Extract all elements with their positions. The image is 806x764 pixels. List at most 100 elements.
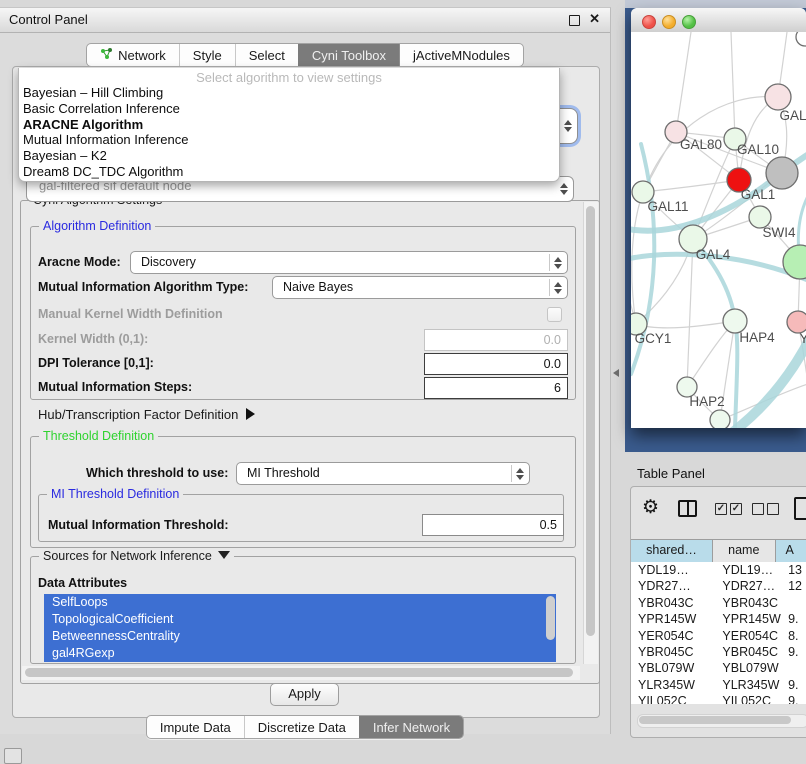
- table-toolbar: ⚙ ✓ ✓: [631, 497, 806, 523]
- dropdown-item-aracne-algorithm[interactable]: ARACNE Algorithm: [19, 117, 559, 133]
- minimize-window-icon[interactable]: [662, 15, 676, 29]
- table-row[interactable]: YBR043CYBR043C: [631, 595, 806, 611]
- table-column-header-a[interactable]: A: [776, 540, 806, 562]
- tab-label: Select: [249, 48, 285, 63]
- network-canvas[interactable]: GALGAL80GAL10GAL1GAL11SWI4GAL4GCY1HAP4YH…: [631, 32, 806, 428]
- dpi-tolerance-field[interactable]: 0.0: [424, 353, 568, 375]
- table-row[interactable]: YER054CYER054C8.: [631, 628, 806, 644]
- tab-label: jActiveMNodules: [413, 48, 510, 63]
- table-row[interactable]: YBR045CYBR045C9.: [631, 644, 806, 660]
- combo-stepper-icon: [560, 183, 568, 195]
- zoom-window-icon[interactable]: [682, 15, 696, 29]
- dropdown-item-dream8-dc-tdc-algorithm[interactable]: Dream8 DC_TDC Algorithm: [19, 164, 559, 180]
- mi-type-combobox[interactable]: Naive Bayes: [272, 276, 568, 299]
- hub-section-toggle[interactable]: Hub/Transcription Factor Definition: [38, 407, 255, 422]
- table-row[interactable]: YDL19…YDL19…13: [631, 562, 806, 578]
- tab-select[interactable]: Select: [235, 44, 298, 66]
- select-all-checkbox-icon-2[interactable]: ✓: [730, 503, 742, 515]
- algorithm-dropdown-popup: Select algorithm to view settings Bayesi…: [18, 68, 560, 182]
- network-node-label: SWI4: [762, 225, 795, 240]
- network-edge: [687, 239, 693, 387]
- table-cell: YBL079W: [631, 660, 715, 676]
- tab-label: Style: [193, 48, 222, 63]
- kernel-width-value: 0.0: [544, 333, 561, 347]
- dropdown-item-mutual-information-inference[interactable]: Mutual Information Inference: [19, 132, 559, 148]
- dropdown-item-bayesian-hill-climbing[interactable]: Bayesian – Hill Climbing: [19, 85, 559, 101]
- apply-button[interactable]: Apply: [270, 683, 339, 706]
- deselect-all-checkbox-icon[interactable]: [752, 503, 764, 515]
- network-node[interactable]: [710, 410, 730, 428]
- data-attributes-list[interactable]: SelfLoopsTopologicalCoefficientBetweenne…: [44, 594, 556, 662]
- table-column-header-shared[interactable]: shared…: [631, 540, 713, 562]
- settings-vertical-scrollbar[interactable]: [583, 202, 598, 664]
- attribute-item-betweennesscentrality[interactable]: BetweennessCentrality: [44, 628, 556, 645]
- control-panel-titlebar: Control Panel ✕: [0, 8, 610, 33]
- which-threshold-combobox[interactable]: MI Threshold: [236, 462, 530, 485]
- network-icon: [100, 47, 113, 63]
- collapsed-triangle-icon: [246, 408, 255, 420]
- float-panel-icon[interactable]: [569, 15, 580, 26]
- table-row[interactable]: YPR145WYPR145W9.: [631, 611, 806, 627]
- bottom-tab-impute-data[interactable]: Impute Data: [147, 716, 244, 738]
- table-horizontal-scrollbar[interactable]: [637, 714, 806, 728]
- network-node[interactable]: [796, 32, 806, 46]
- algorithm-definition-title: Algorithm Definition: [39, 219, 155, 233]
- network-node-y[interactable]: [787, 311, 806, 333]
- table-panel-title: Table Panel: [637, 466, 705, 481]
- manual-kernel-checkbox[interactable]: [547, 307, 562, 322]
- table-cell: YDR27…: [715, 578, 781, 594]
- network-node-gal[interactable]: [765, 84, 791, 110]
- bottom-tab-infer-network[interactable]: Infer Network: [359, 716, 463, 738]
- mi-type-label: Mutual Information Algorithm Type:: [38, 280, 248, 294]
- sources-group-title[interactable]: Sources for Network Inference: [39, 549, 234, 563]
- settings-gear-icon[interactable]: ⚙: [642, 496, 659, 519]
- network-window-titlebar[interactable]: [631, 8, 806, 33]
- attribute-item-selfloops[interactable]: SelfLoops: [44, 594, 556, 611]
- tab-jactivemnodules[interactable]: jActiveMNodules: [399, 44, 523, 66]
- list-scrollbar[interactable]: [546, 596, 555, 640]
- network-edge: [731, 32, 735, 139]
- bottom-tab-discretize-data[interactable]: Discretize Data: [244, 716, 359, 738]
- table-cell: YDR27…: [631, 578, 715, 594]
- table-body: YDL19…YDL19…13YDR27…YDR27…12YBR043CYBR04…: [631, 562, 806, 704]
- column-layout-icon[interactable]: [678, 500, 697, 517]
- network-view-window[interactable]: GALGAL80GAL10GAL1GAL11SWI4GAL4GCY1HAP4YH…: [631, 8, 806, 428]
- table-cell: YDL19…: [715, 562, 781, 578]
- attribute-item-topologicalcoefficient[interactable]: TopologicalCoefficient: [44, 611, 556, 628]
- tab-network[interactable]: Network: [87, 44, 179, 66]
- attribute-item-gal4rgexp[interactable]: gal4RGexp: [44, 645, 556, 662]
- tab-cyni-toolbox[interactable]: Cyni Toolbox: [298, 44, 399, 66]
- splitpane-collapse-arrow[interactable]: [613, 369, 619, 377]
- aracne-mode-combobox[interactable]: Discovery: [130, 251, 568, 274]
- mi-threshold-value: 0.5: [540, 518, 557, 532]
- close-panel-icon[interactable]: ✕: [589, 11, 600, 27]
- algorithm-dropdown-placeholder: Select algorithm to view settings: [19, 68, 559, 85]
- table-cell: YIL052C: [631, 693, 715, 704]
- mi-steps-value: 6: [554, 381, 561, 395]
- mi-steps-label: Mutual Information Steps:: [38, 380, 192, 394]
- export-table-icon[interactable]: [794, 497, 806, 520]
- tab-style[interactable]: Style: [179, 44, 235, 66]
- mi-steps-field[interactable]: 6: [424, 377, 568, 399]
- table-row[interactable]: YLR345WYLR345W9.: [631, 677, 806, 693]
- mi-threshold-field[interactable]: 0.5: [422, 514, 564, 536]
- combo-stepper-icon: [564, 120, 572, 132]
- table-cell: YBL079W: [715, 660, 781, 676]
- table-cell: 9.: [781, 677, 806, 693]
- table-row[interactable]: YIL052CYIL052C9.: [631, 693, 806, 704]
- table-row[interactable]: YDR27…YDR27…12: [631, 578, 806, 594]
- dropdown-item-bayesian-k2[interactable]: Bayesian – K2: [19, 148, 559, 164]
- table-column-header-name[interactable]: name: [713, 540, 775, 562]
- dropdown-item-basic-correlation-inference[interactable]: Basic Correlation Inference: [19, 101, 559, 117]
- which-threshold-label: Which threshold to use:: [86, 466, 228, 480]
- settings-horizontal-scrollbar[interactable]: [22, 666, 580, 680]
- close-window-icon[interactable]: [642, 15, 656, 29]
- deselect-all-checkbox-icon-2[interactable]: [767, 503, 779, 515]
- table-cell: YER054C: [715, 628, 781, 644]
- table-row[interactable]: YBL079WYBL079W: [631, 660, 806, 676]
- network-node[interactable]: [766, 157, 798, 189]
- table-cell: YBR043C: [715, 595, 781, 611]
- control-panel: Control Panel ✕ Network Style Select Cyni T…: [0, 7, 611, 734]
- mi-type-value: Naive Bayes: [283, 280, 353, 294]
- select-all-checkbox-icon[interactable]: ✓: [715, 503, 727, 515]
